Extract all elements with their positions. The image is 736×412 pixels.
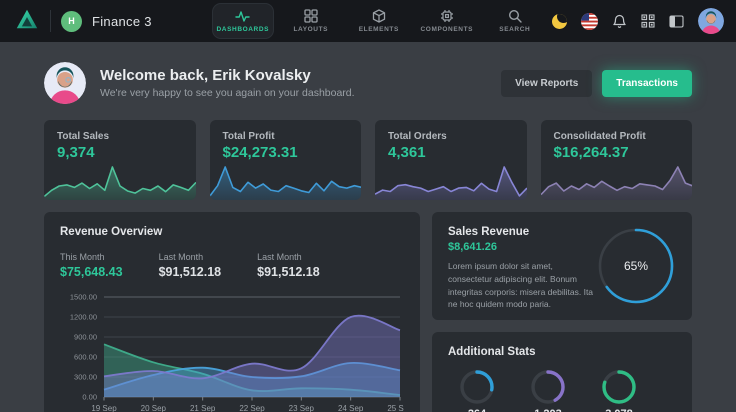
welcome-actions: View Reports Transactions — [501, 70, 692, 97]
app-logo-icon[interactable] — [14, 6, 40, 37]
navbar-actions — [552, 8, 724, 34]
svg-text:24 Sep: 24 Sep — [338, 404, 364, 412]
bottom-row: Revenue Overview This Month $75,648.43 L… — [44, 212, 692, 412]
revenue-stats: This Month $75,648.43 Last Month $91,512… — [60, 252, 404, 279]
stat-card-total-orders: Total Orders 4,361 — [375, 120, 527, 200]
consolidated-profit-sparkline — [541, 161, 693, 200]
transactions-button[interactable]: Transactions — [602, 70, 692, 97]
apps-grid-icon — [641, 14, 655, 28]
ring-chart-blue — [458, 368, 496, 406]
stat-cards-row: Total Sales 9,374 Total Profit $24,273.3… — [44, 120, 692, 200]
nav-item-search[interactable]: SEARCH — [484, 3, 546, 39]
welcome-section: Welcome back, Erik Kovalsky We're very h… — [44, 62, 692, 104]
svg-text:22 Sep: 22 Sep — [239, 404, 265, 412]
welcome-subtitle: We're very happy to see you again on you… — [100, 87, 355, 99]
nav-item-elements[interactable]: ELEMENTS — [348, 3, 410, 39]
notifications-button[interactable] — [612, 14, 627, 29]
gauge-percent-label: 65% — [596, 226, 676, 306]
activity-icon — [235, 10, 250, 23]
sales-revenue-panel: Sales Revenue $8,641.26 Lorem ipsum dolo… — [432, 212, 692, 320]
welcome-title: Welcome back, Erik Kovalsky — [100, 67, 355, 84]
svg-text:25 Sep: 25 Sep — [387, 404, 404, 412]
stat-ring-2: 1,203 — [529, 368, 567, 412]
svg-text:21 Sep: 21 Sep — [190, 404, 216, 412]
ring-chart-green — [600, 368, 638, 406]
sales-revenue-description: Lorem ipsum dolor sit amet, consectetur … — [448, 260, 596, 311]
sales-revenue-title: Sales Revenue — [448, 226, 596, 238]
search-icon — [508, 9, 522, 23]
moon-icon — [552, 14, 567, 29]
svg-text:23 Sep: 23 Sep — [289, 404, 315, 412]
total-orders-sparkline — [375, 161, 527, 200]
welcome-avatar — [44, 62, 86, 104]
ring-chart-purple — [529, 368, 567, 406]
total-profit-sparkline — [210, 161, 362, 200]
stat-card-total-sales: Total Sales 9,374 — [44, 120, 196, 200]
revenue-stat-last-month-1: Last Month $91,512.18 — [159, 252, 222, 279]
language-flag-button[interactable] — [581, 13, 598, 30]
svg-text:300.00: 300.00 — [74, 373, 97, 382]
revenue-area-chart: 0.00 300.00 600.00 900.00 1200.00 1500.00 19 S… — [60, 289, 404, 412]
us-flag-icon — [581, 13, 598, 30]
total-sales-sparkline — [44, 161, 196, 200]
top-navbar: H Finance 3 DASHBOARDS LAYOUTS ELEMENTS — [0, 0, 736, 42]
revenue-overview-title: Revenue Overview — [60, 226, 404, 238]
bell-icon — [612, 14, 627, 29]
nav-item-dashboards[interactable]: DASHBOARDS — [212, 3, 274, 39]
revenue-overview-panel: Revenue Overview This Month $75,648.43 L… — [44, 212, 420, 412]
dark-mode-toggle[interactable] — [552, 14, 567, 29]
sidebar-layout-icon — [669, 15, 684, 28]
user-avatar[interactable] — [698, 8, 724, 34]
dashboard-content: Welcome back, Erik Kovalsky We're very h… — [0, 42, 736, 412]
sales-revenue-gauge: 65% — [596, 226, 676, 306]
divider — [50, 10, 51, 32]
stat-ring-1: 264 — [458, 368, 496, 412]
svg-text:19 Sep: 19 Sep — [91, 404, 117, 412]
sales-revenue-value: $8,641.26 — [448, 241, 596, 253]
view-reports-button[interactable]: View Reports — [501, 70, 592, 97]
svg-text:900.00: 900.00 — [74, 333, 97, 342]
svg-text:1500.00: 1500.00 — [70, 293, 97, 302]
right-column: Sales Revenue $8,641.26 Lorem ipsum dolo… — [432, 212, 692, 412]
revenue-stat-this-month: This Month $75,648.43 — [60, 252, 123, 279]
apps-grid-button[interactable] — [641, 14, 655, 28]
svg-text:600.00: 600.00 — [74, 353, 97, 362]
grid-icon — [304, 9, 318, 23]
brand-area: H Finance 3 — [14, 6, 152, 37]
main-nav: DASHBOARDS LAYOUTS ELEMENTS COMPONENTS — [212, 3, 546, 39]
svg-text:0.00: 0.00 — [82, 393, 97, 402]
stat-card-total-profit: Total Profit $24,273.31 — [210, 120, 362, 200]
sidebar-toggle-button[interactable] — [669, 15, 684, 28]
brand-name: Finance 3 — [92, 14, 152, 29]
additional-stats-title: Additional Stats — [448, 346, 676, 358]
box-icon — [372, 9, 386, 23]
stat-ring-3: 3,078 — [600, 368, 638, 412]
nav-item-layouts[interactable]: LAYOUTS — [280, 3, 342, 39]
revenue-stat-last-month-2: Last Month $91,512.18 — [257, 252, 320, 279]
additional-stats-panel: Additional Stats 264 1,203 3,078 — [432, 332, 692, 412]
svg-text:1200.00: 1200.00 — [70, 313, 97, 322]
cpu-icon — [440, 9, 454, 23]
svg-text:20 Sep: 20 Sep — [141, 404, 167, 412]
stat-card-consolidated-profit: Consolidated Profit $16,264.37 — [541, 120, 693, 200]
additional-stats-rings: 264 1,203 3,078 — [448, 368, 648, 412]
nav-item-components[interactable]: COMPONENTS — [416, 3, 478, 39]
brand-badge: H — [61, 11, 82, 32]
